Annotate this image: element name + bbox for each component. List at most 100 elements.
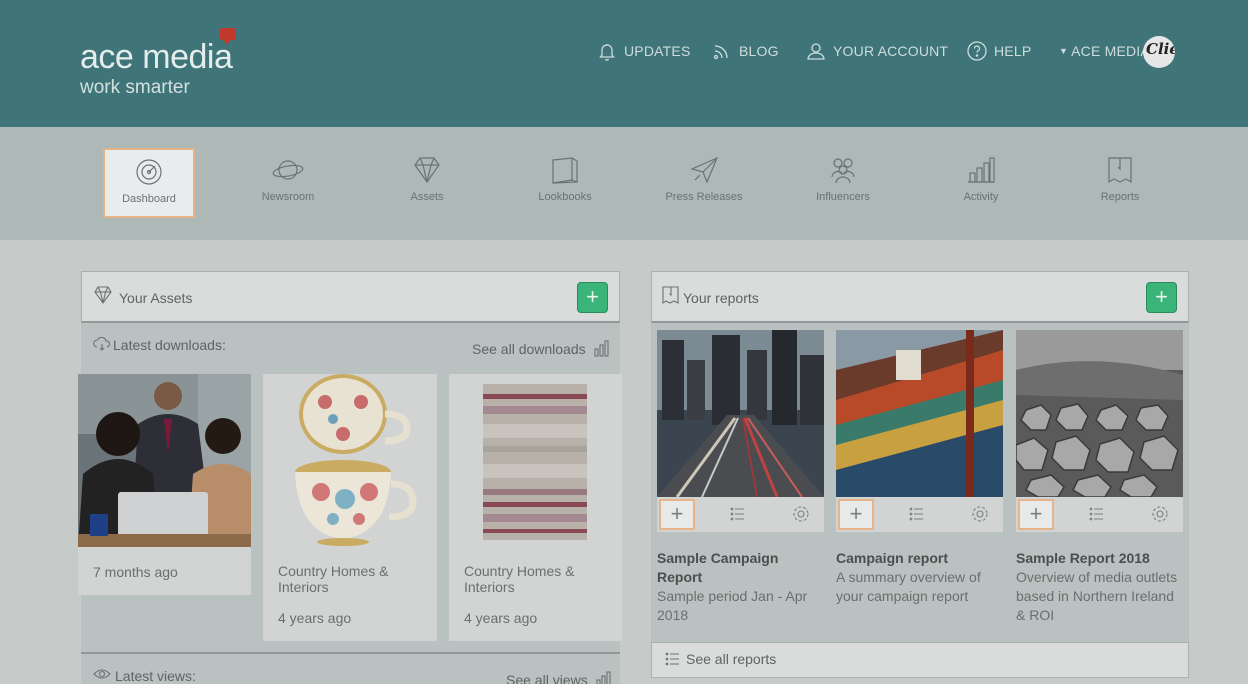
download-card[interactable]: Country Homes & Interiors 4 years ago <box>449 374 622 641</box>
download-time: 4 years ago <box>464 610 538 626</box>
bell-icon <box>599 44 615 61</box>
bar-chart-icon <box>968 157 995 183</box>
module-label: Influencers <box>816 191 870 203</box>
module-dashboard[interactable]: Dashboard <box>103 148 195 218</box>
office-meeting-image <box>78 374 251 547</box>
module-label: Reports <box>1100 191 1140 203</box>
blog-link[interactable]: BLOG <box>711 38 779 64</box>
caret-down-icon: ▼ <box>1059 46 1069 56</box>
module-reports[interactable]: Reports <box>1074 148 1166 218</box>
see-all-views-link[interactable]: See all views <box>506 670 613 684</box>
user-icon <box>807 43 825 60</box>
asset-thumbnail <box>263 374 437 548</box>
top-header: ace media work smarter UPDATES BLOG YOUR… <box>0 0 1248 127</box>
see-all-reports-link[interactable]: See all reports <box>665 651 776 667</box>
people-icon <box>831 158 855 184</box>
add-report-button[interactable]: + <box>1146 282 1177 313</box>
see-all-views-label: See all views <box>506 672 588 684</box>
module-lookbooks[interactable]: Lookbooks <box>519 148 611 218</box>
help-link[interactable]: HELP <box>966 38 1031 64</box>
report-tools: + <box>836 497 1003 532</box>
latest-downloads-label: Latest downloads: <box>113 337 226 353</box>
download-time: 4 years ago <box>278 610 352 626</box>
report-tools: + <box>657 497 824 532</box>
report-description: A summary overview of your campaign repo… <box>836 569 981 604</box>
download-title: Country Homes & Interiors <box>278 563 389 595</box>
organisation-dropdown[interactable]: ▼ ACE MEDIA <box>1059 38 1150 64</box>
report-card[interactable]: + Campaign report A summary overview of … <box>836 330 1003 606</box>
gear-icon[interactable] <box>1151 505 1169 523</box>
avatar[interactable]: Clie <box>1143 36 1175 68</box>
report-card[interactable]: + Sample Campaign Report Sample period J… <box>657 330 824 625</box>
report-icon <box>1108 157 1132 184</box>
add-to-report-button[interactable]: + <box>1018 499 1054 530</box>
list-icon[interactable] <box>1089 506 1105 522</box>
see-all-reports-bar: See all reports <box>651 642 1189 678</box>
see-all-downloads-label: See all downloads <box>472 341 586 357</box>
module-assets[interactable]: Assets <box>381 148 473 218</box>
help-icon <box>967 41 987 61</box>
logo-speech-bubble-icon <box>220 28 236 45</box>
logo-main-text: ace media <box>80 38 233 76</box>
blog-label: BLOG <box>739 43 779 59</box>
module-label: Assets <box>410 191 444 203</box>
help-label: HELP <box>994 43 1032 59</box>
module-press-releases[interactable]: Press Releases <box>658 148 750 218</box>
list-icon <box>665 652 679 666</box>
module-influencers[interactable]: Influencers <box>797 148 889 218</box>
logo-tagline: work smarter <box>80 77 190 98</box>
report-thumbnail <box>836 330 1003 497</box>
dashboard-icon <box>136 159 162 185</box>
see-all-downloads-link[interactable]: See all downloads <box>472 339 611 357</box>
reports-panel-title: Your reports <box>683 290 759 306</box>
book-icon <box>552 157 578 184</box>
rss-icon <box>713 45 728 60</box>
add-to-report-button[interactable]: + <box>659 499 695 530</box>
diamond-icon <box>414 157 440 184</box>
logo[interactable]: ace media work smarter <box>80 28 236 98</box>
module-label: Newsroom <box>261 191 315 203</box>
report-description: Overview of media outlets based in North… <box>1016 569 1178 623</box>
latest-views-label: Latest views: <box>115 668 196 684</box>
bar-chart-icon <box>593 340 609 357</box>
report-description: Sample period Jan - Apr 2018 <box>657 588 808 623</box>
report-title: Sample Report 2018 <box>1016 550 1150 566</box>
assets-panel-header: Your Assets + <box>81 271 620 323</box>
download-card[interactable]: 7 months ago <box>78 374 251 595</box>
download-time: 7 months ago <box>93 564 178 580</box>
temple-roof-image <box>836 330 1003 497</box>
download-title: Country Homes & Interiors <box>464 563 575 595</box>
stone-columns-image <box>1016 330 1183 497</box>
list-icon[interactable] <box>730 506 746 522</box>
module-label: Press Releases <box>665 191 743 203</box>
updates-link[interactable]: UPDATES <box>596 38 691 64</box>
see-all-reports-label: See all reports <box>686 651 777 667</box>
module-activity[interactable]: Activity <box>935 148 1027 218</box>
planet-icon <box>272 160 304 180</box>
add-to-report-button[interactable]: + <box>838 499 874 530</box>
cloud-download-icon <box>93 337 111 351</box>
gear-icon[interactable] <box>971 505 989 523</box>
report-thumbnail <box>1016 330 1183 497</box>
add-asset-button[interactable]: + <box>577 282 608 313</box>
reports-panel-header: Your reports + <box>651 271 1189 323</box>
eye-icon <box>93 669 111 679</box>
your-account-label: YOUR ACCOUNT <box>833 43 949 59</box>
report-title: Campaign report <box>836 550 949 566</box>
module-label: Activity <box>963 191 999 203</box>
rug-image <box>449 374 622 548</box>
gear-icon[interactable] <box>792 505 810 523</box>
updates-label: UPDATES <box>624 43 691 59</box>
asset-thumbnail <box>449 374 622 548</box>
assets-panel-title: Your Assets <box>119 290 193 306</box>
asset-thumbnail <box>78 374 251 547</box>
your-account-link[interactable]: YOUR ACCOUNT <box>805 38 948 64</box>
diamond-icon <box>94 286 112 304</box>
latest-views-section: Latest views: See all views <box>81 652 620 684</box>
download-card[interactable]: Country Homes & Interiors 4 years ago <box>263 374 437 641</box>
module-newsroom[interactable]: Newsroom <box>242 148 334 218</box>
report-card[interactable]: + Sample Report 2018 Overview of media o… <box>1016 330 1183 625</box>
list-icon[interactable] <box>909 506 925 522</box>
paper-plane-icon <box>690 156 719 184</box>
report-thumbnail <box>657 330 824 497</box>
